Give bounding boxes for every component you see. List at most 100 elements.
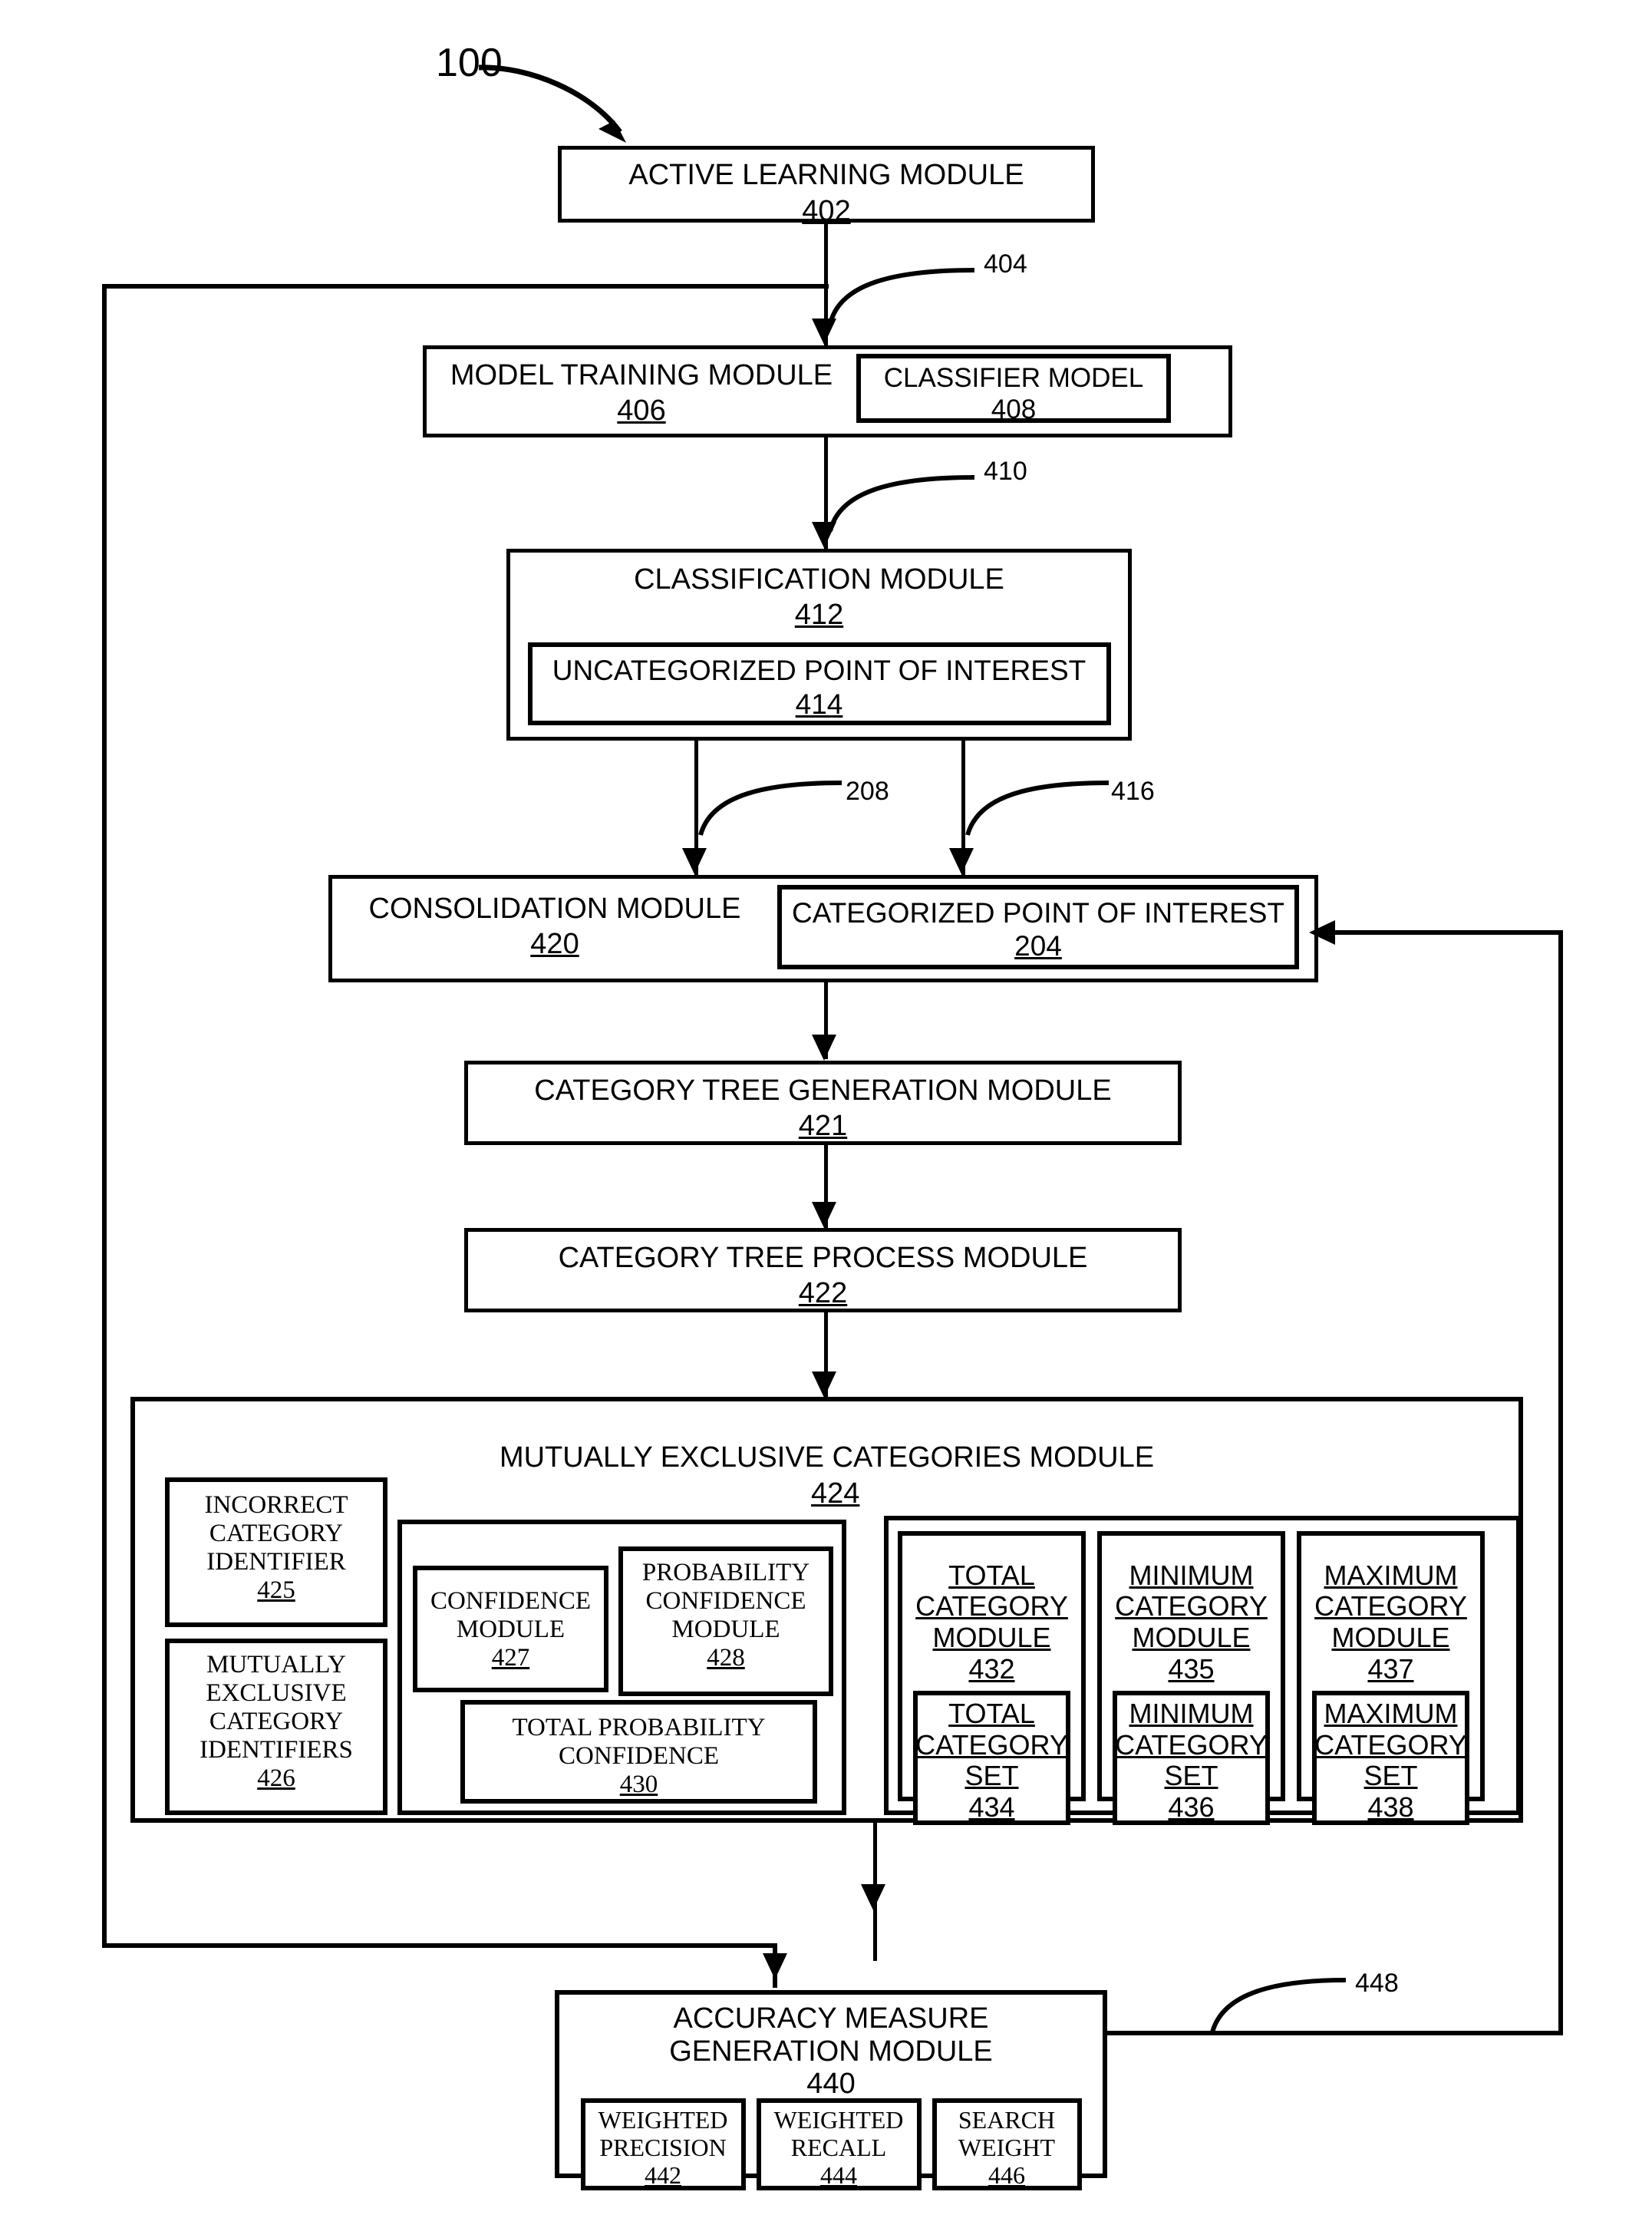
minimum-category-module-line1: MINIMUM	[1129, 1560, 1254, 1591]
block-mutually-exclusive-number: 424	[811, 1477, 860, 1510]
block-category-tree-generation-module[interactable]: CATEGORY TREE GENERATION MODULE 421	[464, 1061, 1182, 1145]
minimum-category-set-line3: SET	[1164, 1759, 1218, 1791]
callout-404-leader	[828, 268, 975, 325]
mutually-exclusive-category-identifiers-number: 426	[257, 1764, 295, 1792]
block-consolidation-title: CONSOLIDATION MODULE	[368, 893, 741, 925]
minimum-category-set-number: 436	[1168, 1791, 1215, 1824]
total-category-module-line2: CATEGORY	[915, 1590, 1068, 1622]
connector-412-to-204-arrowhead	[949, 848, 974, 874]
block-incorrect-category-identifier[interactable]: INCORRECT CATEGORY IDENTIFIER 425	[165, 1477, 387, 1627]
connector-412-to-420-arrowhead	[682, 848, 707, 874]
block-uncategorized-point-of-interest[interactable]: UNCATEGORIZED POINT OF INTEREST 414	[527, 642, 1111, 726]
callout-208: 208	[846, 777, 889, 806]
mutually-exclusive-category-identifiers-line3: CATEGORY	[209, 1707, 344, 1735]
total-probability-confidence-line1: TOTAL PROBABILITY	[512, 1714, 766, 1741]
search-weight-number: 446	[988, 2161, 1025, 2190]
block-minimum-category-module[interactable]: MINIMUM CATEGORY MODULE 435 MINIMUM CATE…	[1097, 1531, 1285, 1826]
block-confidence-module[interactable]: CONFIDENCE MODULE 427	[413, 1566, 608, 1692]
block-classification-number: 412	[794, 598, 844, 631]
feedback-left-bottom-segment	[102, 1943, 777, 1948]
block-total-category-set[interactable]: TOTAL CATEGORY SET 434	[913, 1691, 1070, 1826]
incorrect-category-identifier-number: 425	[257, 1576, 295, 1604]
connector-424-to-440-arrowhead	[861, 1884, 885, 1910]
block-uncategorized-poi-number: 414	[795, 688, 843, 720]
total-category-set-line1: TOTAL	[948, 1698, 1035, 1730]
block-classification-module[interactable]: CLASSIFICATION MODULE 412 UNCATEGORIZED …	[506, 549, 1132, 741]
connector-422-to-424-arrowhead	[812, 1371, 836, 1398]
weighted-precision-number: 442	[645, 2161, 681, 2190]
probability-confidence-module-line1: PROBABILITY	[641, 1559, 810, 1586]
block-probability-confidence-module[interactable]: PROBABILITY CONFIDENCE MODULE 428	[618, 1546, 833, 1696]
block-categorized-poi-number: 204	[1014, 930, 1062, 962]
block-mutually-exclusive-category-identifiers[interactable]: MUTUALLY EXCLUSIVE CATEGORY IDENTIFIERS …	[165, 1639, 387, 1815]
block-consolidation-number: 420	[530, 927, 579, 960]
feedback-right-top-segment	[1335, 930, 1563, 935]
confidence-module-line2: MODULE	[456, 1615, 566, 1643]
block-total-category-module[interactable]: TOTAL CATEGORY MODULE 432 TOTAL CATEGORY…	[898, 1531, 1086, 1826]
search-weight-line2: WEIGHT	[958, 2133, 1056, 2161]
accuracy-measure-number: 440	[806, 2068, 856, 2101]
block-uncategorized-poi-title: UNCATEGORIZED POINT OF INTEREST	[552, 655, 1086, 687]
incorrect-category-identifier-line1: INCORRECT	[204, 1491, 348, 1519]
search-weight-line1: SEARCH	[958, 2105, 1056, 2134]
block-model-training-number: 406	[617, 394, 666, 427]
minimum-category-set-line1: MINIMUM	[1129, 1698, 1254, 1730]
patent-figure-canvas: 100 ACTIVE LEARNING MODULE 402 404 MODEL…	[0, 0, 1652, 2228]
weighted-precision-line1: WEIGHTED	[598, 2105, 728, 2134]
probability-confidence-module-line3: MODULE	[671, 1615, 780, 1643]
total-category-set-line2: CATEGORY	[915, 1728, 1068, 1761]
block-maximum-category-set[interactable]: MAXIMUM CATEGORY SET 438	[1312, 1691, 1469, 1826]
mutually-exclusive-category-identifiers-line2: EXCLUSIVE	[206, 1678, 347, 1707]
callout-404: 404	[984, 249, 1027, 279]
probability-confidence-module-number: 428	[707, 1643, 745, 1672]
feedback-left-top-segment	[102, 284, 829, 289]
accuracy-measure-line2: GENERATION MODULE	[669, 2035, 993, 2068]
block-classifier-model-number: 408	[991, 394, 1037, 425]
block-categorized-point-of-interest[interactable]: CATEGORIZED POINT OF INTEREST 204	[777, 885, 1299, 969]
block-model-training-title: MODEL TRAINING MODULE	[450, 359, 833, 391]
maximum-category-module-line2: CATEGORY	[1314, 1590, 1467, 1622]
feedback-left-arrowhead	[763, 1953, 787, 1979]
block-category-tree-generation-title: CATEGORY TREE GENERATION MODULE	[534, 1074, 1112, 1107]
maximum-category-set-number: 438	[1367, 1791, 1414, 1824]
mutually-exclusive-category-identifiers-line1: MUTUALLY	[206, 1651, 346, 1678]
block-classifier-model-title: CLASSIFIER MODEL	[883, 363, 1144, 393]
connector-420-to-421-arrowhead	[812, 1035, 836, 1061]
block-category-tree-process-title: CATEGORY TREE PROCESS MODULE	[558, 1242, 1088, 1274]
callout-448: 448	[1355, 1969, 1399, 1998]
block-category-tree-process-number: 422	[798, 1276, 848, 1309]
weighted-recall-line1: WEIGHTED	[773, 2105, 904, 2134]
callout-448-leader	[1210, 1978, 1347, 2033]
incorrect-category-identifier-line3: IDENTIFIER	[206, 1547, 346, 1576]
confidence-module-number: 427	[491, 1643, 530, 1672]
block-search-weight[interactable]: SEARCH WEIGHT 446	[932, 2098, 1082, 2190]
maximum-category-set-line1: MAXIMUM	[1324, 1698, 1458, 1730]
block-total-probability-confidence[interactable]: TOTAL PROBABILITY CONFIDENCE 430	[460, 1700, 817, 1804]
block-accuracy-measure-generation-module[interactable]: ACCURACY MEASURE GENERATION MODULE 440 W…	[555, 1990, 1107, 2190]
minimum-category-set-line2: CATEGORY	[1115, 1728, 1268, 1761]
accuracy-measure-line1: ACCURACY MEASURE	[673, 2002, 989, 2035]
mutually-exclusive-category-identifiers-line4: IDENTIFIERS	[199, 1735, 353, 1764]
block-classifier-model[interactable]: CLASSIFIER MODEL 408	[856, 354, 1171, 425]
block-active-learning-module[interactable]: ACTIVE LEARNING MODULE 402	[558, 146, 1095, 227]
total-category-module-line3: MODULE	[932, 1621, 1051, 1653]
feedback-left-vertical-segment	[102, 284, 107, 1948]
maximum-category-set-line3: SET	[1363, 1759, 1418, 1791]
maximum-category-module-number: 437	[1367, 1652, 1414, 1685]
minimum-category-module-line2: CATEGORY	[1115, 1590, 1268, 1622]
total-category-set-number: 434	[968, 1791, 1015, 1824]
block-weighted-precision[interactable]: WEIGHTED PRECISION 442	[580, 2098, 746, 2190]
maximum-category-set-line2: CATEGORY	[1314, 1728, 1467, 1761]
feedback-right-vertical-segment	[1558, 930, 1563, 2035]
feedback-right-arrowhead	[1309, 920, 1335, 945]
weighted-recall-line2: RECALL	[790, 2133, 887, 2161]
weighted-precision-line2: PRECISION	[599, 2133, 727, 2161]
block-maximum-category-module[interactable]: MAXIMUM CATEGORY MODULE 437 MAXIMUM CATE…	[1297, 1531, 1485, 1826]
block-model-training-module[interactable]: MODEL TRAINING MODULE 406 CLASSIFIER MOD…	[423, 345, 1232, 437]
block-category-tree-process-module[interactable]: CATEGORY TREE PROCESS MODULE 422	[464, 1228, 1182, 1312]
callout-208-leader	[698, 781, 842, 836]
block-categorized-poi-title: CATEGORIZED POINT OF INTEREST	[791, 897, 1285, 929]
block-minimum-category-set[interactable]: MINIMUM CATEGORY SET 436	[1113, 1691, 1270, 1826]
block-weighted-recall[interactable]: WEIGHTED RECALL 444	[756, 2098, 922, 2190]
block-consolidation-module[interactable]: CONSOLIDATION MODULE 420 CATEGORIZED POI…	[328, 875, 1318, 982]
